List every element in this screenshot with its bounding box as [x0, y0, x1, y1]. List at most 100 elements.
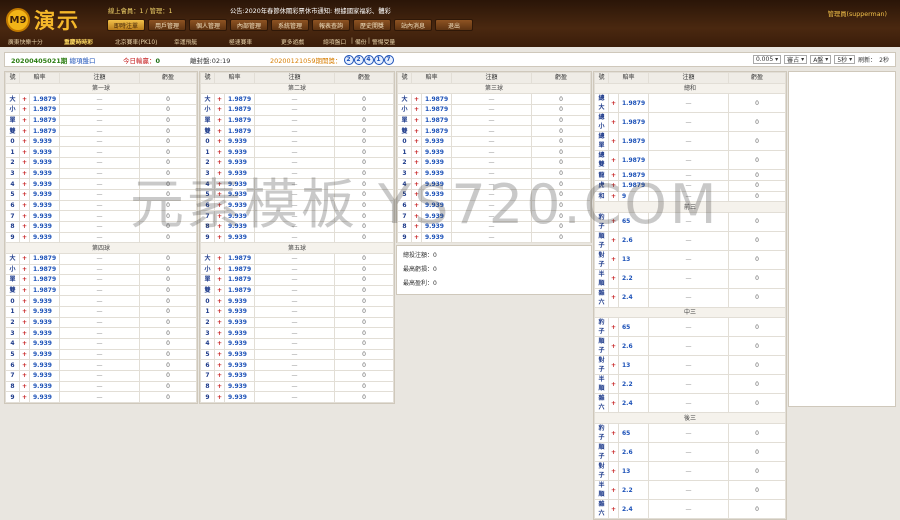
odds-value[interactable]: 1.9879: [224, 263, 255, 276]
odds-value[interactable]: 1.9879: [224, 125, 255, 137]
minus-button[interactable]: —: [292, 298, 298, 305]
odds-value[interactable]: 1.9879: [618, 150, 649, 171]
plus-button[interactable]: +: [19, 263, 30, 276]
plus-button[interactable]: +: [19, 210, 30, 222]
plus-button[interactable]: +: [214, 210, 225, 222]
minus-button[interactable]: —: [686, 275, 692, 282]
minus-button[interactable]: —: [292, 340, 298, 347]
plus-button[interactable]: +: [214, 231, 225, 244]
odds-value[interactable]: 9.939: [421, 157, 452, 169]
plus-button[interactable]: +: [19, 103, 30, 116]
odds-value[interactable]: 9.939: [29, 338, 60, 350]
odds-value[interactable]: 9.939: [29, 348, 60, 361]
subnav-lucky[interactable]: 幸運飛艇: [174, 37, 197, 46]
odds-value[interactable]: 9.939: [29, 199, 60, 212]
odds-value[interactable]: 1.9879: [224, 252, 255, 265]
minus-button[interactable]: —: [686, 381, 692, 388]
plus-button[interactable]: +: [411, 210, 422, 222]
minus-button[interactable]: —: [292, 96, 298, 103]
plus-button[interactable]: +: [608, 317, 619, 338]
odds-value[interactable]: 1.9879: [29, 93, 60, 105]
minus-button[interactable]: —: [292, 266, 298, 273]
plus-button[interactable]: +: [19, 231, 30, 244]
odds-value[interactable]: 9.939: [421, 231, 452, 244]
odds-value[interactable]: 2.6: [618, 336, 649, 357]
minus-button[interactable]: —: [97, 181, 103, 188]
plus-button[interactable]: +: [608, 393, 619, 414]
plus-button[interactable]: +: [19, 359, 30, 371]
plus-button[interactable]: +: [214, 295, 225, 308]
odds-value[interactable]: 9.939: [29, 178, 60, 191]
odds-value[interactable]: 9.939: [421, 199, 452, 212]
odds-value[interactable]: 9.939: [224, 391, 255, 403]
plus-button[interactable]: +: [214, 189, 225, 201]
interval-select[interactable]: 5秒 ▾: [834, 55, 856, 64]
plus-button[interactable]: +: [19, 146, 30, 159]
minus-button[interactable]: —: [489, 191, 495, 198]
plus-button[interactable]: +: [411, 114, 422, 127]
subnav-cq[interactable]: 重慶時時彩: [64, 37, 93, 46]
odds-value[interactable]: 9.939: [224, 178, 255, 191]
odds-value[interactable]: 9.939: [224, 380, 255, 393]
minus-button[interactable]: —: [292, 213, 298, 220]
minus-button[interactable]: —: [292, 287, 298, 294]
minus-button[interactable]: —: [97, 170, 103, 177]
minus-button[interactable]: —: [97, 394, 103, 401]
minus-button[interactable]: —: [97, 319, 103, 326]
plus-button[interactable]: +: [19, 189, 30, 201]
odds-value[interactable]: 9.939: [224, 167, 255, 180]
plus-button[interactable]: +: [19, 125, 30, 137]
subnav-total[interactable]: 總項盤口: [323, 37, 346, 46]
subnav-pk10[interactable]: 北京賽車(PK10): [115, 37, 157, 46]
odds-value[interactable]: 65: [618, 211, 649, 232]
plus-button[interactable]: +: [411, 199, 422, 212]
plus-button[interactable]: +: [608, 230, 619, 251]
odds-value[interactable]: 9.939: [224, 338, 255, 350]
plus-button[interactable]: +: [214, 284, 225, 297]
plus-button[interactable]: +: [19, 252, 30, 265]
minus-button[interactable]: —: [686, 100, 692, 107]
odds-value[interactable]: 9.939: [224, 199, 255, 212]
minus-button[interactable]: —: [489, 181, 495, 188]
nav-item[interactable]: 系統管理: [271, 19, 309, 31]
plus-button[interactable]: +: [19, 199, 30, 212]
nav-item[interactable]: 歷史開獎: [353, 19, 391, 31]
plus-button[interactable]: +: [608, 355, 619, 376]
minus-button[interactable]: —: [686, 362, 692, 369]
odds-value[interactable]: 9.939: [29, 306, 60, 318]
plus-button[interactable]: +: [411, 125, 422, 137]
plus-button[interactable]: +: [214, 306, 225, 318]
odds-value[interactable]: 1.9879: [421, 93, 452, 105]
plus-button[interactable]: +: [608, 287, 619, 308]
plus-button[interactable]: +: [411, 189, 422, 201]
plus-button[interactable]: +: [608, 480, 619, 501]
plus-button[interactable]: +: [19, 316, 30, 329]
minus-button[interactable]: —: [489, 170, 495, 177]
minus-button[interactable]: —: [686, 237, 692, 244]
plus-button[interactable]: +: [19, 348, 30, 361]
minus-button[interactable]: —: [292, 394, 298, 401]
odds-value[interactable]: 9.939: [224, 146, 255, 159]
odds-value[interactable]: 9.939: [224, 327, 255, 339]
plus-button[interactable]: +: [214, 316, 225, 329]
plus-button[interactable]: +: [214, 146, 225, 159]
minus-button[interactable]: —: [97, 340, 103, 347]
plus-button[interactable]: +: [608, 150, 619, 171]
plus-button[interactable]: +: [19, 327, 30, 339]
plus-button[interactable]: +: [214, 199, 225, 212]
minus-button[interactable]: —: [97, 149, 103, 156]
minus-button[interactable]: —: [292, 308, 298, 315]
plus-button[interactable]: +: [411, 93, 422, 105]
plus-button[interactable]: +: [19, 157, 30, 169]
minus-button[interactable]: —: [292, 330, 298, 337]
minus-button[interactable]: —: [489, 234, 495, 241]
odds-value[interactable]: 9.939: [29, 391, 60, 403]
odds-value[interactable]: 9.939: [29, 369, 60, 382]
plus-button[interactable]: +: [19, 338, 30, 350]
odds-value[interactable]: 9.939: [421, 146, 452, 159]
plus-button[interactable]: +: [608, 190, 619, 203]
plus-button[interactable]: +: [214, 338, 225, 350]
odds-value[interactable]: 9.939: [29, 359, 60, 371]
odds-value[interactable]: 2.6: [618, 230, 649, 251]
plus-button[interactable]: +: [608, 499, 619, 520]
